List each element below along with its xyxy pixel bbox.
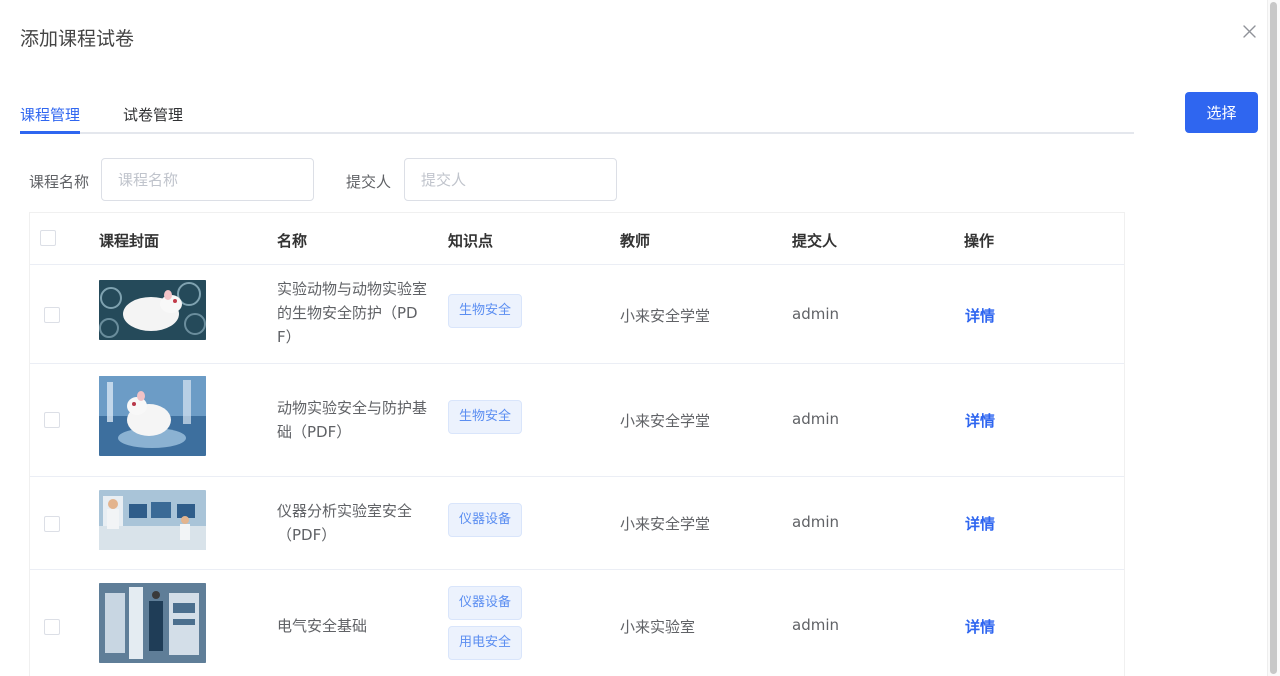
header-teacher: 教师 [620, 232, 651, 250]
course-table: 课程封面 名称 知识点 教师 提交人 操作 实验动物与动物实验室的生物安全防护（… [29, 212, 1125, 676]
knowledge-tag: 仪器设备 [448, 503, 522, 537]
table-row: 仪器分析实验室安全（PDF） 仪器设备 小来安全学堂 admin 详情 [30, 477, 1124, 570]
dialog-title: 添加课程试卷 [20, 28, 135, 50]
teacher-name: 小来实验室 [620, 618, 696, 636]
detail-link[interactable]: 详情 [965, 305, 995, 326]
course-cover-image [99, 376, 206, 456]
detail-link[interactable]: 详情 [965, 513, 995, 534]
course-name-input[interactable] [101, 158, 314, 201]
knowledge-tag: 生物安全 [448, 400, 522, 434]
row-checkbox[interactable] [44, 516, 60, 532]
course-cover-image [99, 280, 206, 340]
submitter-input[interactable] [404, 158, 617, 201]
row-checkbox[interactable] [44, 619, 60, 635]
tab-course-management[interactable]: 课程管理 [20, 104, 80, 125]
detail-link[interactable]: 详情 [965, 410, 995, 431]
course-name-label: 课程名称 [29, 173, 90, 191]
header-name: 名称 [277, 232, 308, 250]
header-cover: 课程封面 [99, 232, 160, 250]
table-row: 实验动物与动物实验室的生物安全防护（PDF） 生物安全 小来安全学堂 admin… [30, 265, 1124, 364]
select-all-checkbox[interactable] [40, 230, 56, 246]
knowledge-tag: 用电安全 [448, 626, 522, 660]
course-name: 仪器分析实验室安全（PDF） [277, 502, 413, 544]
knowledge-tag: 仪器设备 [448, 586, 522, 620]
submitter-label: 提交人 [346, 173, 392, 191]
scrollbar-thumb[interactable] [1270, 2, 1277, 674]
tab-exam-management[interactable]: 试卷管理 [123, 104, 183, 125]
table-row: 电气安全基础 仪器设备 用电安全 小来实验室 admin 详情 [30, 570, 1124, 676]
submitter-name: admin [792, 305, 839, 323]
submitter-name: admin [792, 513, 839, 531]
knowledge-tag: 生物安全 [448, 294, 522, 328]
teacher-name: 小来安全学堂 [620, 307, 711, 325]
header-submitter: 提交人 [792, 232, 838, 250]
header-action: 操作 [964, 232, 995, 250]
teacher-name: 小来安全学堂 [620, 412, 711, 430]
tab-active-underline [20, 131, 80, 134]
teacher-name: 小来安全学堂 [620, 515, 711, 533]
course-cover-image [99, 583, 206, 663]
row-checkbox[interactable] [44, 412, 60, 428]
course-name: 动物实验安全与防护基础（PDF） [277, 399, 428, 441]
submitter-name: admin [792, 410, 839, 428]
table-row: 动物实验安全与防护基础（PDF） 生物安全 小来安全学堂 admin 详情 [30, 364, 1124, 477]
course-name: 实验动物与动物实验室的生物安全防护（PDF） [277, 280, 428, 346]
submitter-name: admin [792, 616, 839, 634]
select-button[interactable]: 选择 [1185, 92, 1258, 133]
row-checkbox[interactable] [44, 307, 60, 323]
header-knowledge: 知识点 [448, 232, 494, 250]
course-cover-image [99, 490, 206, 550]
detail-link[interactable]: 详情 [965, 616, 995, 637]
close-icon[interactable] [1240, 22, 1260, 42]
course-name: 电气安全基础 [277, 617, 368, 635]
tab-bar: 课程管理 试卷管理 [20, 96, 1134, 134]
table-header: 课程封面 名称 知识点 教师 提交人 操作 [30, 213, 1124, 265]
